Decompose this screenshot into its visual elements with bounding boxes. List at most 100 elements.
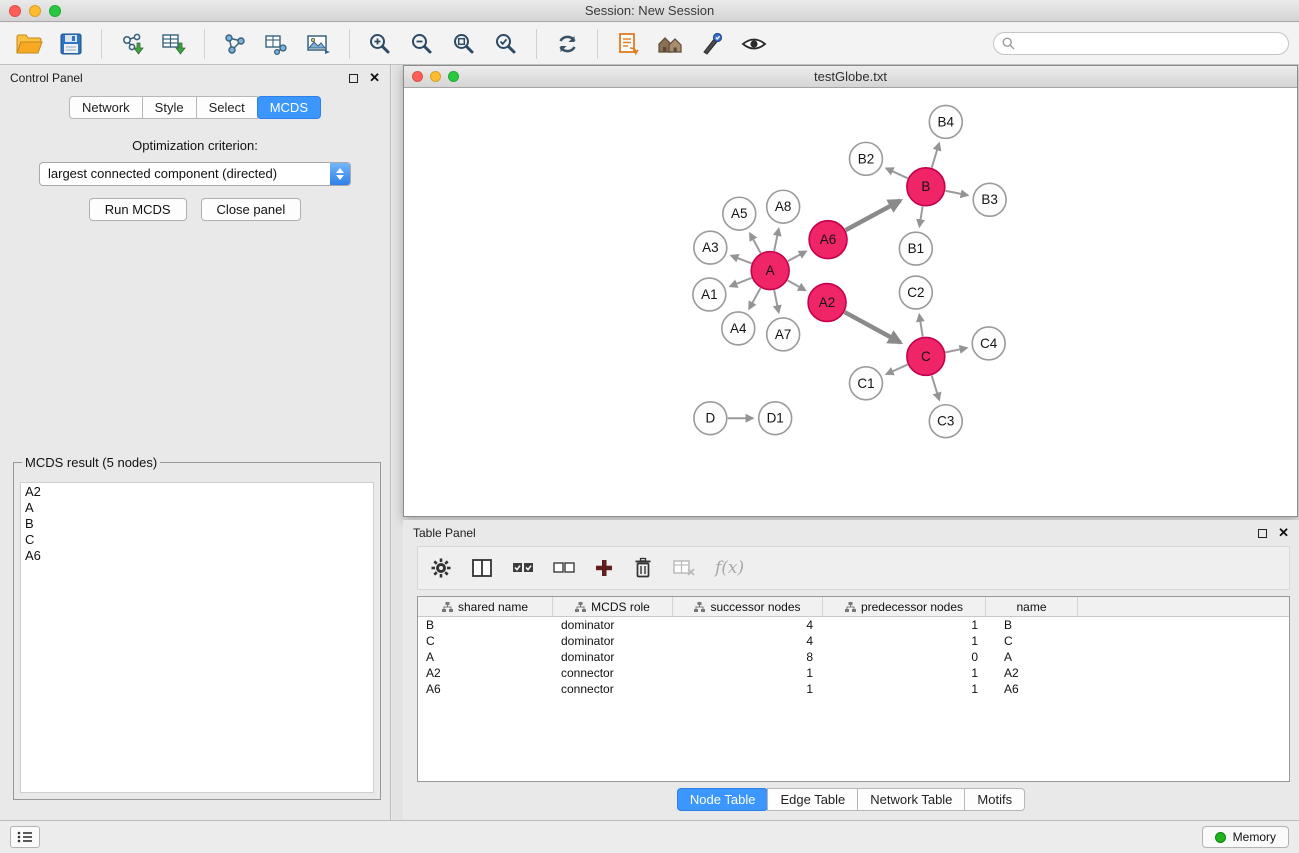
mcds-result-list[interactable]: A2ABCA6 bbox=[20, 482, 374, 793]
minimize-window-button[interactable] bbox=[29, 5, 41, 17]
table-cell[interactable]: 4 bbox=[673, 618, 823, 632]
close-window-button[interactable] bbox=[9, 5, 21, 17]
graph-edge-A-A6[interactable] bbox=[788, 251, 806, 261]
function-builder-button[interactable]: f(x) bbox=[715, 558, 744, 578]
network-minimize-button[interactable] bbox=[430, 71, 441, 82]
column-header-predecessor-nodes[interactable]: predecessor nodes bbox=[823, 597, 986, 616]
graph-node-A[interactable]: A bbox=[751, 252, 789, 290]
tab-network[interactable]: Network bbox=[69, 96, 143, 119]
mcds-result-item[interactable]: B bbox=[25, 516, 369, 532]
tab-motifs[interactable]: Motifs bbox=[964, 788, 1025, 811]
table-cell[interactable]: connector bbox=[553, 682, 673, 696]
float-panel-icon[interactable] bbox=[349, 74, 358, 83]
table-cell[interactable]: A6 bbox=[986, 682, 1078, 696]
graph-node-D[interactable]: D bbox=[694, 402, 727, 435]
zoom-out-button[interactable] bbox=[403, 27, 441, 61]
network-graph[interactable]: AA6A2BCA5A8A3A1A4A7B1B2B3B4C1C2C3C4DD1 bbox=[404, 89, 1297, 516]
network-close-button[interactable] bbox=[412, 71, 423, 82]
tab-node-table[interactable]: Node Table bbox=[677, 788, 769, 811]
table-cell[interactable]: A2 bbox=[986, 666, 1078, 680]
import-table-button[interactable] bbox=[155, 27, 193, 61]
open-session-button[interactable] bbox=[10, 27, 48, 61]
graph-edge-C-C2[interactable] bbox=[919, 315, 922, 337]
unselect-all-columns-button[interactable] bbox=[553, 562, 575, 574]
table-cell[interactable]: 1 bbox=[823, 666, 986, 680]
graph-node-A2[interactable]: A2 bbox=[808, 284, 846, 322]
graph-edge-B-B1[interactable] bbox=[919, 206, 922, 226]
table-row[interactable]: A6connector11A6 bbox=[418, 681, 1289, 697]
column-header-shared-name[interactable]: shared name bbox=[418, 597, 553, 616]
graph-edge-A-A7[interactable] bbox=[774, 290, 779, 312]
graph-node-B[interactable]: B bbox=[907, 168, 945, 206]
network-zoom-button[interactable] bbox=[448, 71, 459, 82]
float-table-panel-icon[interactable] bbox=[1258, 529, 1267, 538]
graph-node-D1[interactable]: D1 bbox=[759, 402, 792, 435]
select-all-columns-button[interactable] bbox=[512, 562, 534, 574]
table-cell[interactable]: 1 bbox=[823, 618, 986, 632]
table-row[interactable]: Bdominator41B bbox=[418, 617, 1289, 633]
network-window-titlebar[interactable]: testGlobe.txt bbox=[404, 66, 1297, 88]
graph-node-C1[interactable]: C1 bbox=[850, 367, 883, 400]
table-cell[interactable]: 0 bbox=[823, 650, 986, 664]
graph-node-B3[interactable]: B3 bbox=[973, 183, 1006, 216]
graph-node-B1[interactable]: B1 bbox=[899, 232, 932, 265]
graph-edge-A-A5[interactable] bbox=[750, 233, 761, 253]
mcds-result-item[interactable]: A bbox=[25, 500, 369, 516]
graph-edge-C-C1[interactable] bbox=[886, 365, 907, 375]
graph-node-B4[interactable]: B4 bbox=[929, 105, 962, 138]
graph-edge-A-A1[interactable] bbox=[730, 278, 751, 286]
graph-edge-A6-B[interactable] bbox=[846, 201, 901, 231]
table-cell[interactable]: A bbox=[418, 650, 553, 664]
table-cell[interactable]: C bbox=[418, 634, 553, 648]
graph-edge-A-A2[interactable] bbox=[788, 280, 806, 290]
graph-node-A6[interactable]: A6 bbox=[809, 221, 847, 259]
zoom-window-button[interactable] bbox=[49, 5, 61, 17]
graph-node-A4[interactable]: A4 bbox=[722, 312, 755, 345]
graph-node-A3[interactable]: A3 bbox=[694, 231, 727, 264]
graph-edge-A-A4[interactable] bbox=[749, 288, 760, 309]
tab-mcds[interactable]: MCDS bbox=[257, 96, 321, 119]
table-cell[interactable]: 8 bbox=[673, 650, 823, 664]
create-column-button[interactable] bbox=[594, 558, 614, 578]
save-session-button[interactable] bbox=[52, 27, 90, 61]
column-header-name[interactable]: name bbox=[986, 597, 1078, 616]
table-cell[interactable]: A6 bbox=[418, 682, 553, 696]
delete-table-button[interactable] bbox=[672, 558, 696, 578]
export-image-button[interactable] bbox=[300, 27, 338, 61]
import-network-button[interactable] bbox=[113, 27, 151, 61]
style-wand-button[interactable] bbox=[693, 27, 731, 61]
zoom-fit-button[interactable] bbox=[445, 27, 483, 61]
table-cell[interactable]: B bbox=[418, 618, 553, 632]
table-row[interactable]: Cdominator41C bbox=[418, 633, 1289, 649]
table-cell[interactable]: A2 bbox=[418, 666, 553, 680]
close-panel-icon[interactable]: ✕ bbox=[369, 73, 380, 83]
graph-node-C4[interactable]: C4 bbox=[972, 327, 1005, 360]
table-cell[interactable]: B bbox=[986, 618, 1078, 632]
table-cell[interactable]: 1 bbox=[673, 666, 823, 680]
report-button[interactable] bbox=[609, 27, 647, 61]
new-network-from-table-button[interactable] bbox=[258, 27, 296, 61]
tab-network-table[interactable]: Network Table bbox=[857, 788, 965, 811]
zoom-in-button[interactable] bbox=[361, 27, 399, 61]
graph-node-C[interactable]: C bbox=[907, 337, 945, 375]
close-panel-button[interactable]: Close panel bbox=[201, 198, 302, 221]
graph-node-C3[interactable]: C3 bbox=[929, 405, 962, 438]
table-cell[interactable]: A bbox=[986, 650, 1078, 664]
column-header-successor-nodes[interactable]: successor nodes bbox=[673, 597, 823, 616]
graph-node-A8[interactable]: A8 bbox=[767, 190, 800, 223]
refresh-button[interactable] bbox=[548, 27, 586, 61]
table-row[interactable]: A2connector11A2 bbox=[418, 665, 1289, 681]
graph-node-A5[interactable]: A5 bbox=[723, 197, 756, 230]
table-cell[interactable]: 1 bbox=[823, 634, 986, 648]
mcds-result-item[interactable]: A2 bbox=[25, 484, 369, 500]
graph-node-C2[interactable]: C2 bbox=[899, 276, 932, 309]
mcds-result-item[interactable]: A6 bbox=[25, 548, 369, 564]
show-hide-button[interactable] bbox=[735, 27, 773, 61]
graph-edge-B-B2[interactable] bbox=[886, 168, 907, 178]
graph-edge-C-C4[interactable] bbox=[945, 348, 966, 352]
table-row[interactable]: Adominator80A bbox=[418, 649, 1289, 665]
table-cell[interactable]: 4 bbox=[673, 634, 823, 648]
graph-node-B2[interactable]: B2 bbox=[850, 142, 883, 175]
graph-node-A7[interactable]: A7 bbox=[767, 318, 800, 351]
table-settings-button[interactable] bbox=[430, 557, 452, 579]
